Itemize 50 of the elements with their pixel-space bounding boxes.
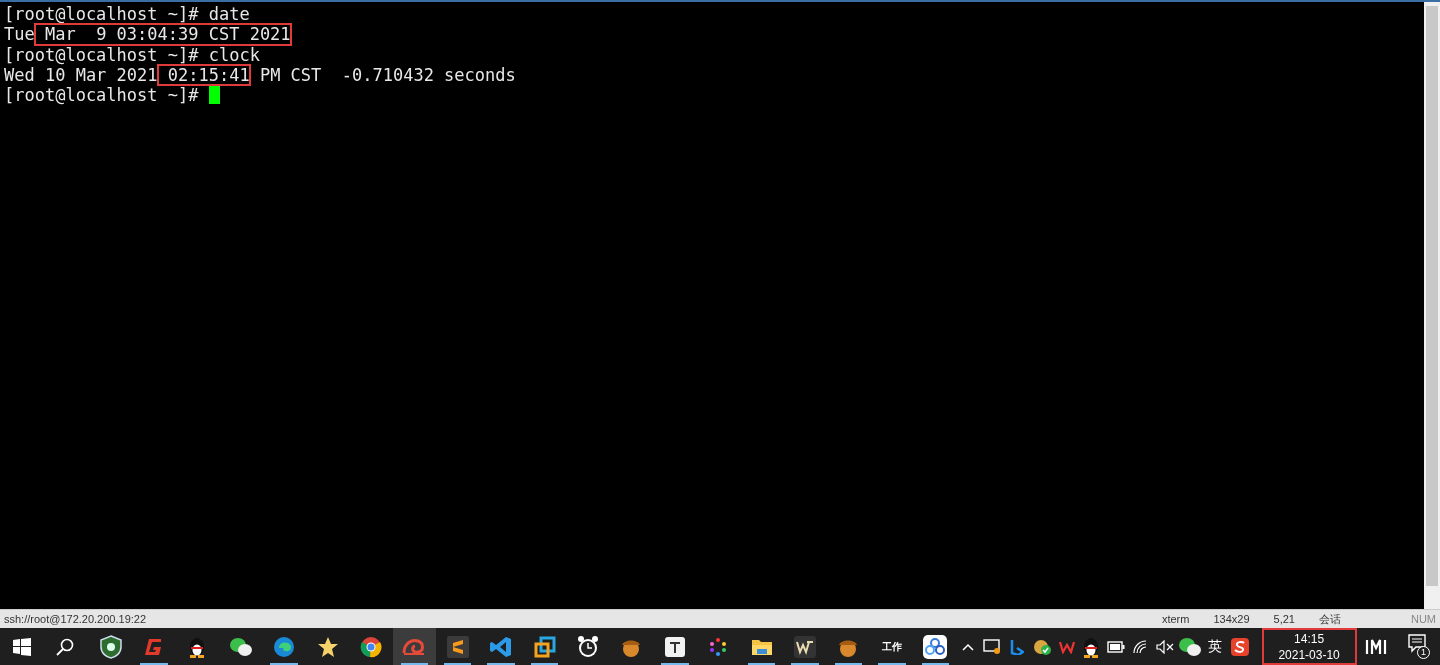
session-label: 会话 — [1318, 611, 1341, 627]
notification-button[interactable]: 1 — [1394, 628, 1440, 665]
wifi-icon[interactable] — [1132, 639, 1149, 654]
terminal-text: [root@localhost ~]# — [4, 85, 200, 106]
taskbar-app[interactable] — [392, 628, 437, 665]
taskbar-app[interactable]: 工作 — [870, 628, 914, 665]
scrollbar[interactable] — [1424, 2, 1440, 609]
num-lock-indicator: NUM — [1410, 611, 1436, 627]
swirl-icon — [273, 635, 296, 658]
terminal-size: 134x29 — [1213, 611, 1250, 627]
notification-icon — [1407, 633, 1428, 653]
terminal-text: Wed 10 Mar 2021 — [4, 64, 158, 86]
terminal-text: 02:15:41 — [157, 64, 250, 86]
terminal-text: [root@localhost ~]# clock — [4, 44, 260, 65]
terminal-text: Mar 9 03:04:39 CST 2021 — [34, 24, 291, 45]
s-tile-icon — [446, 635, 469, 658]
chrome-icon — [359, 635, 382, 658]
imi-icon[interactable] — [1364, 638, 1387, 655]
alarm-clock-icon — [577, 635, 599, 658]
code-editor-icon — [490, 635, 513, 658]
s-logo-icon[interactable] — [1230, 637, 1249, 656]
input-method-button[interactable]: 英 — [1204, 628, 1226, 665]
notification-count: 1 — [1416, 646, 1430, 659]
search-icon — [56, 637, 75, 656]
terminal-type: xterm — [1161, 611, 1190, 627]
windows-icon — [12, 637, 31, 656]
clock-button[interactable]: 14:15 2021-03-10 — [1261, 628, 1357, 665]
chat-bubbles-icon — [228, 635, 253, 658]
squares-icon — [533, 635, 556, 658]
star-icon — [316, 635, 339, 658]
terminal-text: [root@localhost ~]# date — [4, 4, 250, 25]
terminal-text: Tue — [4, 24, 35, 45]
battery-icon[interactable] — [1107, 640, 1125, 653]
snail-icon — [402, 636, 427, 657]
speaker-muted-icon[interactable] — [1156, 639, 1175, 654]
caret-icon[interactable] — [961, 642, 974, 651]
dots-icon — [708, 636, 729, 657]
app-label: 工作 — [881, 640, 902, 654]
w-tile-icon — [794, 635, 816, 658]
cursor-position: 5,21 — [1273, 611, 1295, 627]
w-logo-icon[interactable] — [1058, 639, 1075, 654]
shield-icon — [99, 634, 122, 659]
check-icon[interactable] — [1032, 637, 1051, 656]
monitor-icon[interactable] — [983, 638, 1002, 655]
chat-bubbles-icon[interactable] — [1178, 635, 1203, 658]
connection-text: ssh://root@172.20.200.19:22 — [4, 611, 147, 627]
b-logo-icon[interactable] — [1010, 638, 1025, 655]
cloud-icon — [923, 634, 948, 659]
t-tile-icon — [664, 636, 685, 657]
terminal-text: PM CST -0.710432 seconds — [258, 64, 516, 86]
